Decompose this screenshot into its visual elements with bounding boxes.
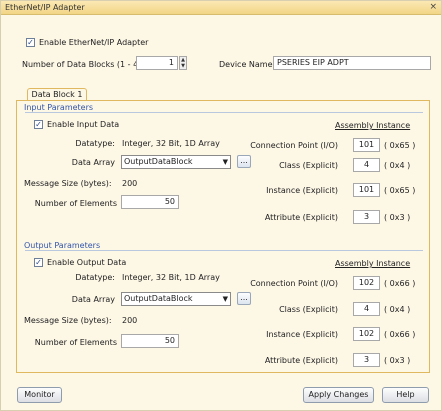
enable-output-checkbox[interactable]: ✓ — [34, 258, 43, 267]
ethernet-ip-adapter-window: EtherNet/IP Adapter × ✓ Enable EtherNet/… — [0, 0, 442, 411]
input-conn-point-hex: ( 0x65 ) — [384, 141, 416, 150]
close-icon[interactable]: × — [429, 2, 437, 12]
spin-down-icon[interactable]: ▼ — [180, 63, 186, 69]
input-num-elements-field[interactable]: 50 — [121, 195, 179, 209]
device-name-label: Device Name — [219, 60, 273, 69]
input-data-array-value: OutputDataBlock — [124, 157, 193, 166]
output-conn-point-label: Connection Point (I/O) — [250, 279, 338, 288]
output-class-hex: ( 0x4 ) — [384, 305, 411, 314]
output-instance-hex: ( 0x66 ) — [384, 330, 416, 339]
input-conn-point-field[interactable]: 101 — [353, 138, 380, 152]
output-params-title: Output Parameters — [24, 241, 101, 250]
input-data-array-label: Data Array — [71, 158, 115, 167]
output-data-array-value: OutputDataBlock — [124, 294, 193, 303]
num-blocks-input[interactable]: 1 — [136, 56, 178, 70]
output-data-array-select[interactable]: OutputDataBlock ▼ — [121, 292, 231, 306]
num-blocks-label: Number of Data Blocks (1 - 4) — [22, 60, 142, 69]
output-num-elements-field[interactable]: 50 — [121, 334, 179, 348]
monitor-button[interactable]: Monitor — [17, 387, 62, 403]
input-attribute-hex: ( 0x3 ) — [384, 213, 411, 222]
input-num-elements-label: Number of Elements — [34, 199, 117, 208]
output-instance-label: Instance (Explicit) — [266, 330, 338, 339]
output-browse-button[interactable]: ... — [237, 292, 251, 305]
title-bar: EtherNet/IP Adapter × — [1, 1, 441, 15]
input-conn-point-label: Connection Point (I/O) — [250, 141, 338, 150]
output-instance-field[interactable]: 102 — [353, 327, 380, 341]
output-attribute-field[interactable]: 3 — [353, 353, 380, 367]
input-datatype-value: Integer, 32 Bit, 1D Array — [122, 139, 220, 148]
input-attribute-label: Attribute (Explicit) — [264, 213, 338, 222]
input-message-size-value: 200 — [122, 179, 138, 188]
output-message-size-value: 200 — [122, 316, 138, 325]
output-data-array-label: Data Array — [71, 295, 115, 304]
input-assembly-heading: Assembly Instance — [335, 121, 411, 130]
input-attribute-field[interactable]: 3 — [353, 210, 380, 224]
device-name-input[interactable]: PSERIES EIP ADPT — [273, 56, 431, 70]
input-message-size-label: Message Size (bytes): — [24, 179, 112, 188]
input-datatype-label: Datatype: — [75, 139, 115, 148]
output-class-field[interactable]: 4 — [353, 302, 380, 316]
output-message-size-label: Message Size (bytes): — [24, 316, 112, 325]
input-class-hex: ( 0x4 ) — [384, 161, 411, 170]
output-class-label: Class (Explicit) — [279, 305, 338, 314]
input-instance-field[interactable]: 101 — [353, 183, 380, 197]
input-params-title: Input Parameters — [24, 103, 94, 112]
input-class-field[interactable]: 4 — [353, 158, 380, 172]
enable-adapter-label: Enable EtherNet/IP Adapter — [39, 38, 149, 47]
output-assembly-heading: Assembly Instance — [335, 259, 411, 268]
dropdown-arrow-icon[interactable]: ▼ — [223, 293, 228, 305]
input-class-label: Class (Explicit) — [279, 161, 338, 170]
input-params-divider — [25, 112, 423, 113]
output-num-elements-label: Number of Elements — [34, 338, 117, 347]
output-params-divider — [25, 250, 423, 251]
output-datatype-label: Datatype: — [75, 273, 115, 282]
enable-input-label: Enable Input Data — [47, 120, 120, 129]
input-instance-hex: ( 0x65 ) — [384, 186, 416, 195]
output-attribute-label: Attribute (Explicit) — [264, 356, 338, 365]
output-attribute-hex: ( 0x3 ) — [384, 356, 411, 365]
num-blocks-spinner[interactable]: ▲ ▼ — [179, 56, 187, 70]
enable-input-checkbox[interactable]: ✓ — [34, 120, 43, 129]
help-button[interactable]: Help — [382, 387, 429, 403]
data-block-panel: Input Parameters ✓ Enable Input Data Dat… — [16, 100, 430, 373]
window-title: EtherNet/IP Adapter — [5, 3, 85, 12]
output-datatype-value: Integer, 32 Bit, 1D Array — [122, 273, 220, 282]
enable-output-label: Enable Output Data — [47, 258, 127, 267]
output-conn-point-field[interactable]: 102 — [353, 276, 380, 290]
input-data-array-select[interactable]: OutputDataBlock ▼ — [121, 155, 231, 169]
input-instance-label: Instance (Explicit) — [266, 186, 338, 195]
apply-changes-button[interactable]: Apply Changes — [303, 387, 374, 403]
dropdown-arrow-icon[interactable]: ▼ — [223, 156, 228, 168]
enable-adapter-checkbox[interactable]: ✓ — [26, 38, 35, 47]
output-conn-point-hex: ( 0x66 ) — [384, 279, 416, 288]
